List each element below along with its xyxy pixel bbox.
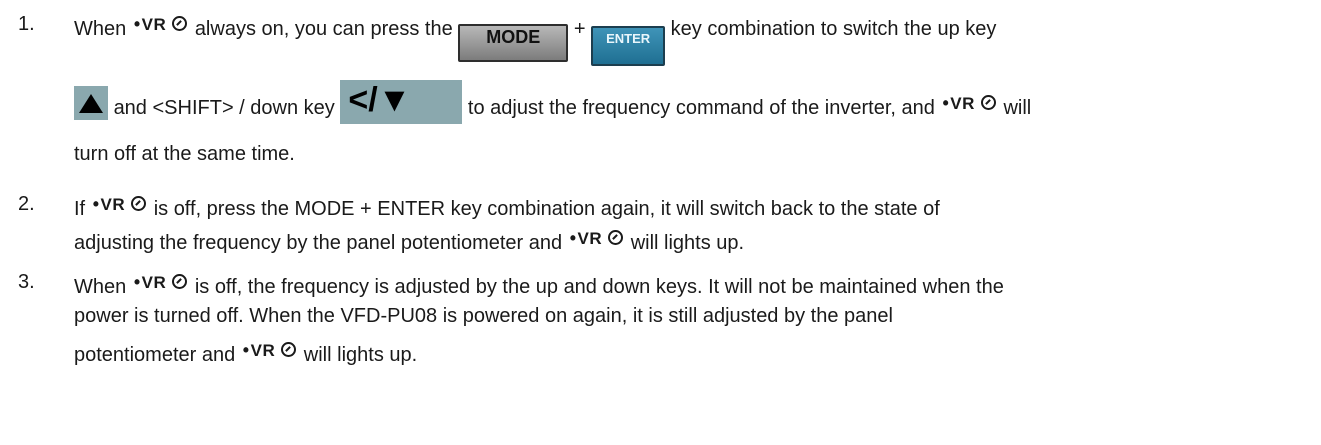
text: will lights up.	[630, 232, 745, 254]
text: is off, press the MODE + ENTER key combi…	[153, 198, 940, 220]
led-icon	[980, 95, 996, 110]
item-3-number: 3.	[18, 271, 35, 293]
vr-indicator-icon: •VR	[134, 270, 188, 295]
vr-indicator-icon: •VR	[942, 91, 996, 116]
text: When	[74, 18, 127, 40]
text: If	[74, 198, 86, 220]
item-1-line-1: When •VR always on, you can press the MO…	[74, 12, 996, 66]
text: potentiometer and	[74, 344, 236, 366]
item-2-line-2: adjusting the frequency by the panel pot…	[74, 226, 744, 255]
item-3-line-2: power is turned off. When the VFD-PU08 i…	[74, 305, 893, 327]
led-icon	[172, 16, 188, 31]
item-1-line-2: and <SHIFT> / down key </▼ to adjust the…	[74, 80, 1031, 124]
text: and <SHIFT> / down key	[113, 97, 335, 119]
item-1-line-3: turn off at the same time.	[74, 143, 295, 165]
text: to adjust the frequency command of the i…	[467, 97, 935, 119]
text: will lights up.	[303, 344, 418, 366]
item-3-line-3: potentiometer and •VR will lights up.	[74, 338, 417, 367]
vr-indicator-icon: •VR	[570, 226, 624, 251]
vr-indicator-icon: •VR	[134, 12, 188, 37]
text: always on, you can press the	[194, 18, 453, 40]
up-key-icon	[74, 86, 108, 120]
led-icon	[608, 230, 624, 245]
text: key combination to switch the up key	[670, 18, 997, 40]
mode-key-icon: MODE	[458, 24, 569, 62]
text: will	[1003, 97, 1032, 119]
enter-key-icon: ENTER	[591, 26, 666, 66]
text: is off, the frequency is adjusted by the…	[194, 276, 1004, 298]
text: When	[74, 276, 127, 298]
led-icon	[281, 342, 297, 357]
item-1-number: 1.	[18, 13, 35, 35]
item-3-line-1: When •VR is off, the frequency is adjust…	[74, 270, 1004, 299]
shift-down-key-icon: </▼	[340, 80, 463, 124]
led-icon	[131, 196, 147, 211]
plus-sign: +	[573, 18, 586, 40]
led-icon	[172, 274, 188, 289]
text: adjusting the frequency by the panel pot…	[74, 232, 563, 254]
item-2-number: 2.	[18, 193, 35, 215]
vr-indicator-icon: •VR	[93, 192, 147, 217]
vr-indicator-icon: •VR	[243, 338, 297, 363]
item-2-line-1: If •VR is off, press the MODE + ENTER ke…	[74, 192, 940, 221]
